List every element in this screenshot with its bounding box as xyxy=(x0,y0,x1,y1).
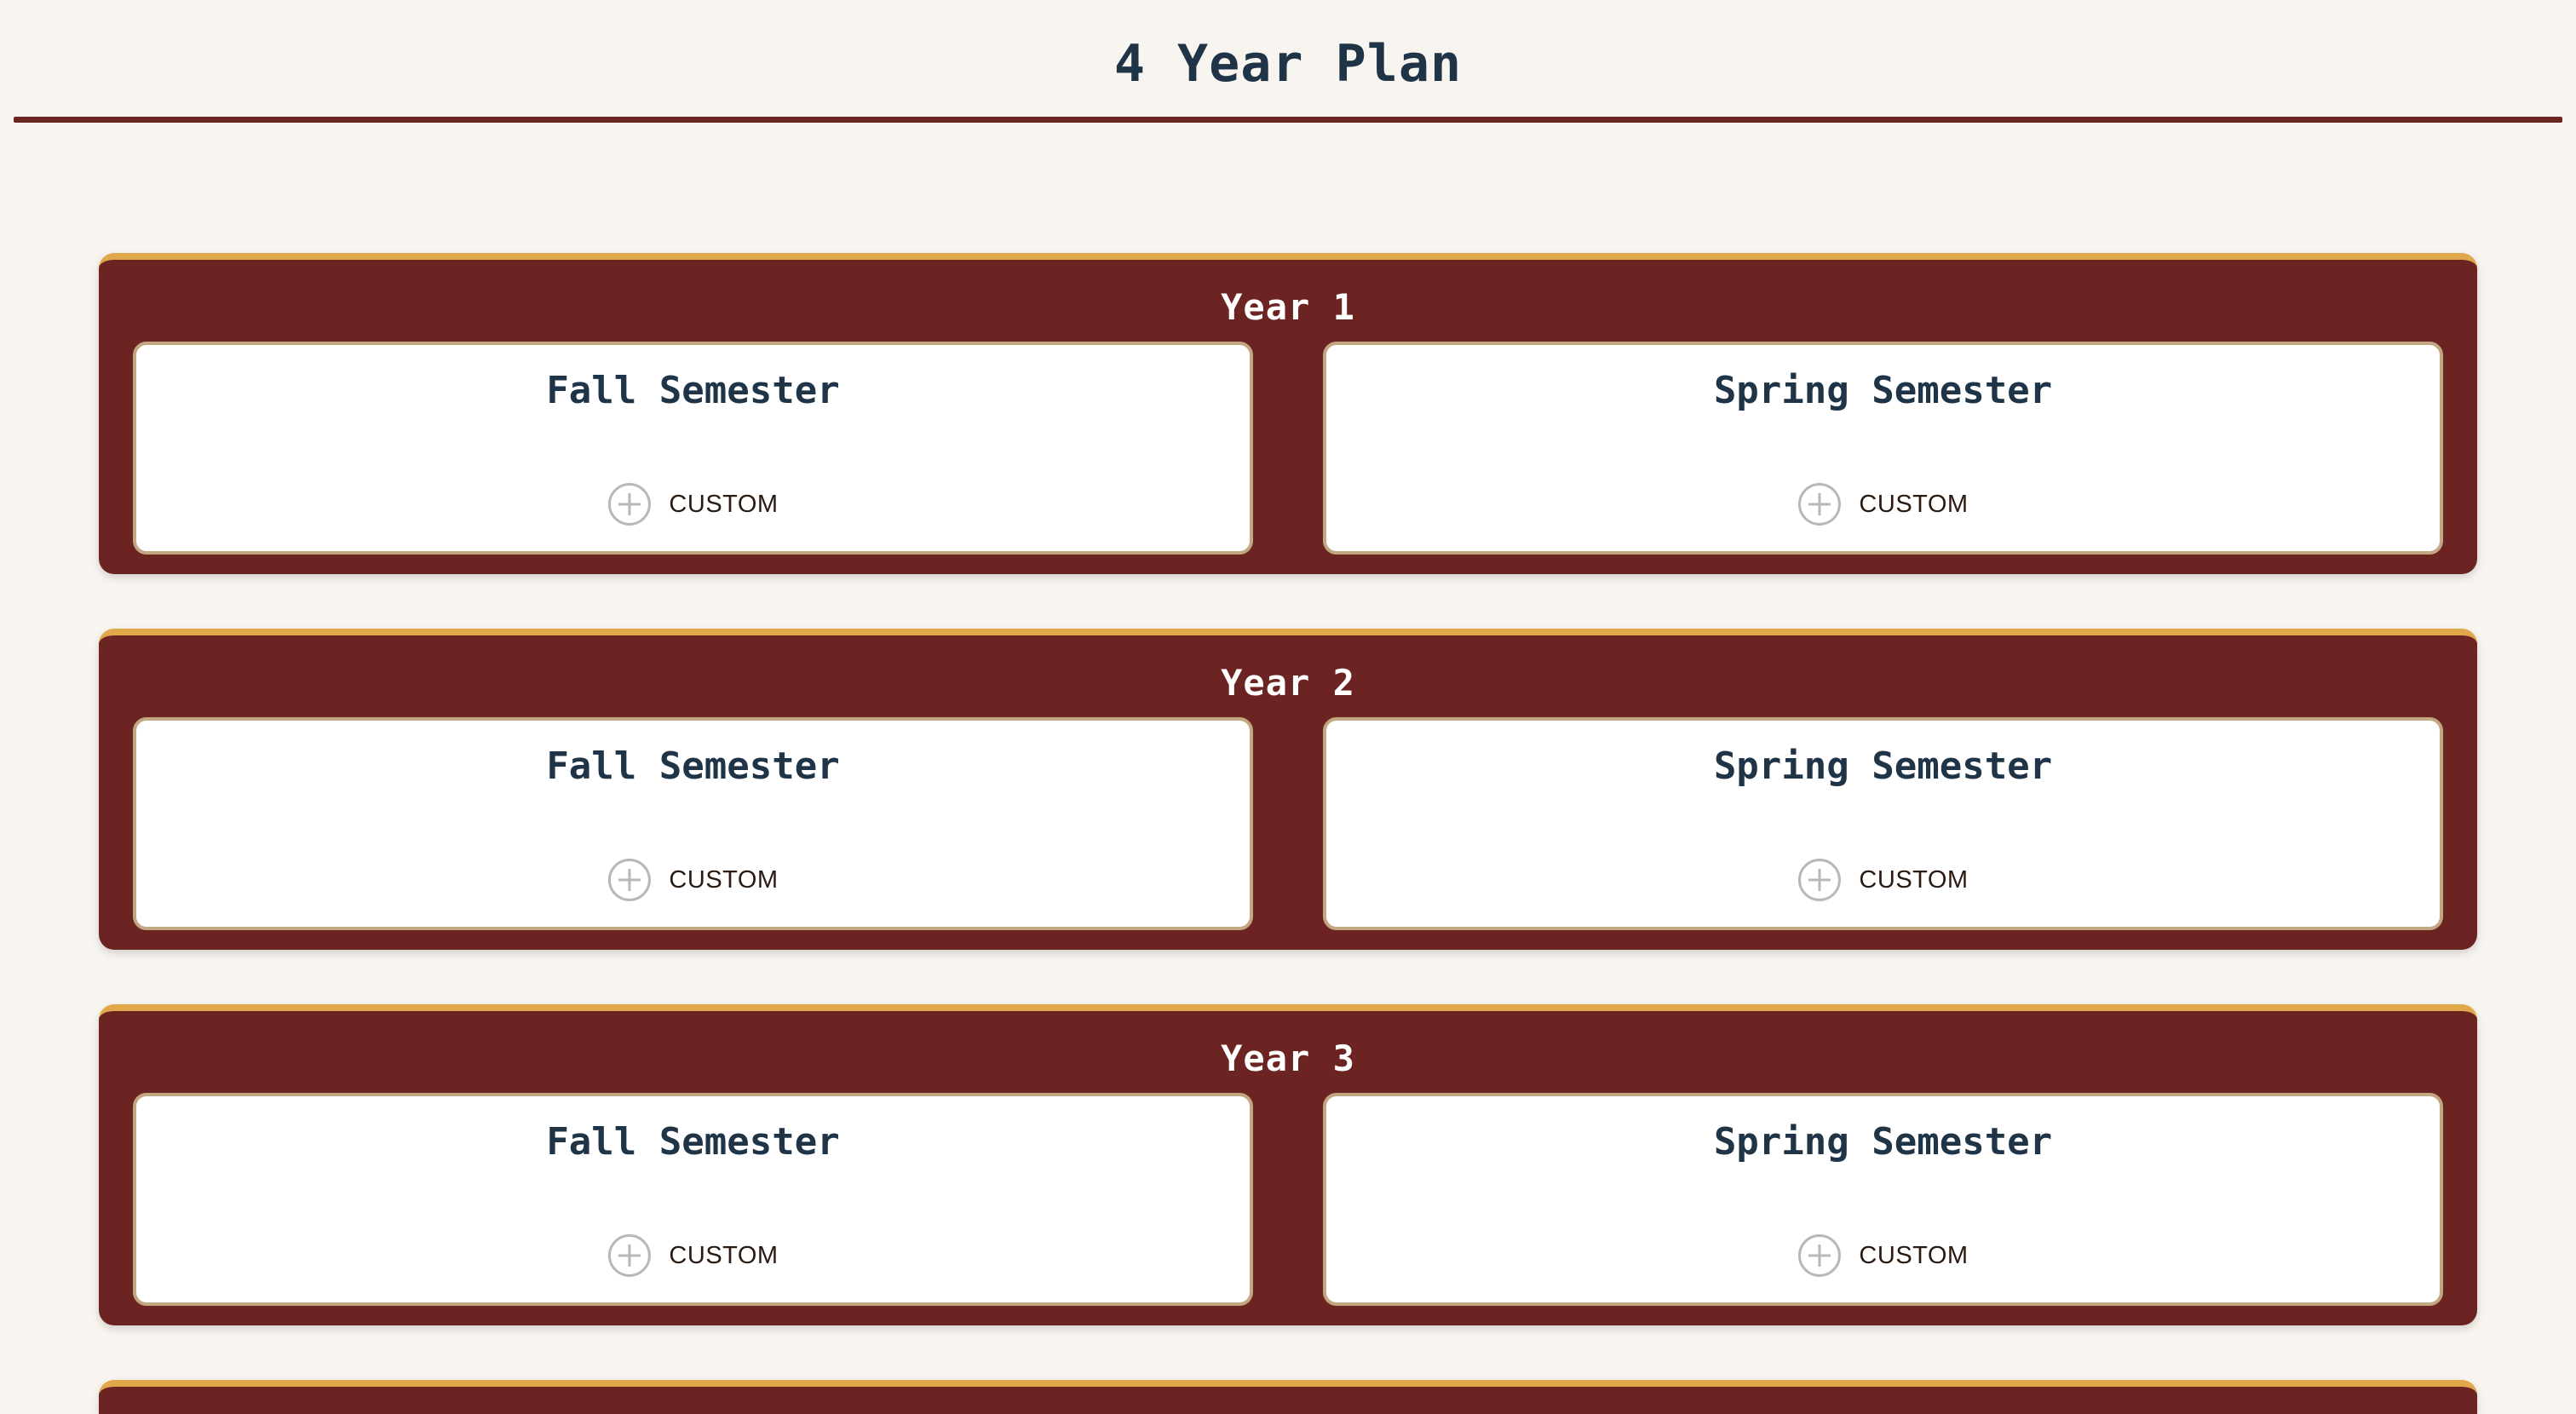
year-card-4 xyxy=(99,1380,2477,1414)
plus-circle-icon xyxy=(1797,483,1841,526)
custom-label: CUSTOM xyxy=(1859,865,1969,894)
semester-spring: Spring Semester CUSTOM xyxy=(1323,717,2443,930)
year-title: Year 2 xyxy=(1221,662,1355,704)
add-custom-course-button[interactable]: CUSTOM xyxy=(607,483,778,526)
add-custom-course-button[interactable]: CUSTOM xyxy=(607,1234,778,1277)
page-title: 4 Year Plan xyxy=(1113,34,1463,94)
header-divider xyxy=(14,117,2562,123)
add-custom-course-button[interactable]: CUSTOM xyxy=(1797,1234,1968,1277)
page-header: 4 Year Plan xyxy=(0,0,2576,123)
year-title: Year 1 xyxy=(1221,286,1355,328)
semester-title: Fall Semester xyxy=(546,744,840,788)
custom-label: CUSTOM xyxy=(669,865,779,894)
custom-label: CUSTOM xyxy=(669,490,779,518)
plus-circle-icon xyxy=(607,1234,651,1277)
add-custom-course-button[interactable]: CUSTOM xyxy=(607,859,778,901)
plus-circle-icon xyxy=(1797,1234,1841,1277)
semester-fall: Fall Semester CUSTOM xyxy=(133,1093,1253,1306)
plus-circle-icon xyxy=(607,483,651,526)
add-custom-course-button[interactable]: CUSTOM xyxy=(1797,483,1968,526)
semester-row: Fall Semester CUSTOM Spring Semester CUS… xyxy=(133,717,2443,930)
semester-spring: Spring Semester CUSTOM xyxy=(1323,1093,2443,1306)
year-title: Year 3 xyxy=(1221,1038,1355,1079)
year-card-1: Year 1 Fall Semester CUSTOM Spring Semes… xyxy=(99,253,2477,574)
semester-title: Fall Semester xyxy=(546,369,840,412)
custom-label: CUSTOM xyxy=(1859,490,1969,518)
semester-fall: Fall Semester CUSTOM xyxy=(133,717,1253,930)
add-custom-course-button[interactable]: CUSTOM xyxy=(1797,859,1968,901)
semester-title: Spring Semester xyxy=(1713,744,2053,788)
semester-title: Spring Semester xyxy=(1713,369,2053,412)
semester-row: Fall Semester CUSTOM Spring Semester CUS… xyxy=(133,1093,2443,1306)
plus-circle-icon xyxy=(1797,859,1841,901)
semester-fall: Fall Semester CUSTOM xyxy=(133,342,1253,555)
semester-spring: Spring Semester CUSTOM xyxy=(1323,342,2443,555)
custom-label: CUSTOM xyxy=(669,1241,779,1269)
semester-title: Fall Semester xyxy=(546,1120,840,1164)
semester-row: Fall Semester CUSTOM Spring Semester CUS… xyxy=(133,342,2443,555)
year-card-2: Year 2 Fall Semester CUSTOM Spring Semes… xyxy=(99,629,2477,950)
semester-title: Spring Semester xyxy=(1713,1120,2053,1164)
year-list: Year 1 Fall Semester CUSTOM Spring Semes… xyxy=(99,253,2477,1414)
year-card-3: Year 3 Fall Semester CUSTOM Spring Semes… xyxy=(99,1004,2477,1325)
custom-label: CUSTOM xyxy=(1859,1241,1969,1269)
plus-circle-icon xyxy=(607,859,651,901)
